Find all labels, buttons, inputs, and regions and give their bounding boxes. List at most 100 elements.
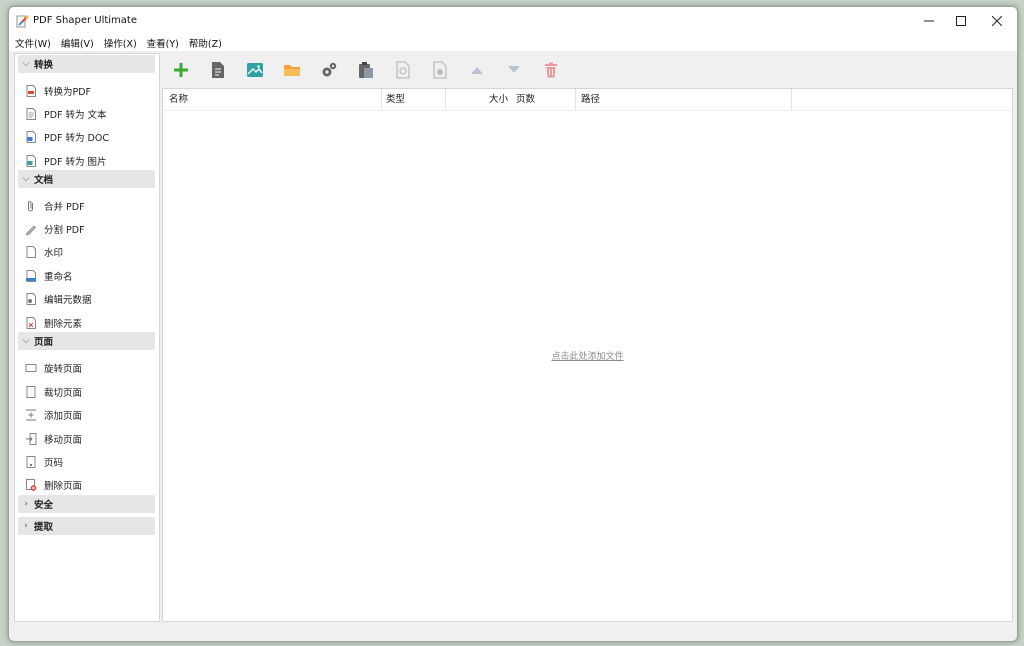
close-icon [992,16,1002,26]
sidebar-item-label: 添加页面 [44,411,83,422]
menu-view[interactable]: 查看(Y) [142,36,184,50]
menu-file[interactable]: 文件(W) [9,36,56,50]
add-image-button[interactable] [236,55,273,85]
group-header-pages[interactable]: ⌵ 页面 [18,332,155,350]
pen-split-icon [26,225,36,235]
sidebar-item-label: 分割 PDF [44,225,85,236]
group-header-security[interactable]: › 安全 [18,495,155,513]
sidebar-item-label: 裁切页面 [44,388,83,399]
minimize-icon [924,20,934,22]
group-header-extract[interactable]: › 提取 [18,517,155,535]
move-up-icon [470,67,483,74]
group-label: 提取 [34,522,54,533]
column-header-name[interactable]: 名称 [163,89,382,110]
move-up-button[interactable] [458,55,495,85]
delete-page-icon [26,479,37,491]
column-header-size[interactable]: 大小 [446,89,512,110]
sidebar-item-label: 页码 [44,458,64,469]
group-label: 安全 [34,500,54,511]
chevron-right-icon: › [24,521,28,531]
chevron-down-icon: ⌵ [22,174,30,184]
sidebar-item-delete-pages[interactable]: 删除页面 [15,474,159,496]
clipboard-icon [358,62,373,78]
group-label: 文档 [34,175,54,186]
image-icon [246,63,263,77]
sidebar-item-label: 编辑元数据 [44,295,92,306]
sidebar-item-label: PDF 转为 文本 [44,110,107,121]
sidebar-item-merge-pdf[interactable]: 合并 PDF [15,195,159,217]
paste-button[interactable] [347,55,384,85]
sidebar-item-label: 删除页面 [44,481,83,492]
sidebar-item-label: 删除元素 [44,319,83,330]
sidebar: ⌵ 转换 转换为PDF PDF 转为 文本 PDF 转为 DOC PDF 转为 … [14,53,160,622]
move-down-button[interactable] [495,55,532,85]
chevron-down-icon: ⌵ [22,336,30,346]
sidebar-item-pdf-to-text[interactable]: PDF 转为 文本 [15,103,159,125]
folder-icon [283,65,300,76]
menu-help[interactable]: 帮助(Z) [184,36,227,50]
sidebar-item-pdf-to-image[interactable]: PDF 转为 图片 [15,150,159,172]
remove-elements-icon [26,317,36,329]
window-title: PDF Shaper Ultimate [33,15,138,26]
word-doc-icon [26,131,36,143]
page-number-icon [26,456,36,468]
sidebar-item-rotate-pages[interactable]: 旋转页面 [15,357,159,379]
image-doc-icon [26,155,36,167]
preview-icon [395,61,410,79]
file-list-panel[interactable]: 名称 类型 大小 页数 路径 点击此处添加文件 [162,88,1013,622]
sidebar-item-pdf-to-doc[interactable]: PDF 转为 DOC [15,126,159,148]
text-doc-icon [26,108,36,120]
metadata-icon [26,293,36,305]
add-files-link[interactable]: 点击此处添加文件 [163,349,1012,362]
delete-button[interactable] [532,55,569,85]
sidebar-item-page-numbers[interactable]: 页码 [15,451,159,473]
sidebar-item-convert-to-pdf[interactable]: 转换为PDF [15,80,159,102]
sidebar-item-add-pages[interactable]: 添加页面 [15,404,159,426]
app-logo-icon [16,15,29,28]
pdf-icon [26,85,36,97]
sidebar-item-label: PDF 转为 DOC [44,133,109,144]
group-header-convert[interactable]: ⌵ 转换 [18,55,155,73]
column-header-type[interactable]: 类型 [382,89,446,110]
add-page-icon [26,409,36,421]
close-button[interactable] [975,7,1017,35]
sidebar-item-label: 转换为PDF [44,87,92,98]
paperclip-icon [28,201,33,212]
preview-button[interactable] [384,55,421,85]
app-window: PDF Shaper Ultimate 文件(W) 编辑(V) 操作(X) 查看… [8,6,1018,642]
move-down-icon [507,66,520,73]
chevron-right-icon: › [24,499,28,509]
sidebar-item-move-pages[interactable]: 移动页面 [15,428,159,450]
maximize-icon [956,16,966,26]
sidebar-item-remove-elements[interactable]: 删除元素 [15,312,159,334]
add-folder-button[interactable] [273,55,310,85]
toolbar [162,53,1012,87]
menu-bar: 文件(W) 编辑(V) 操作(X) 查看(Y) 帮助(Z) [9,35,1017,51]
sidebar-item-label: 合并 PDF [44,202,85,213]
group-header-document[interactable]: ⌵ 文档 [18,170,155,188]
sidebar-item-edit-metadata[interactable]: 编辑元数据 [15,288,159,310]
info-button[interactable] [421,55,458,85]
menu-edit[interactable]: 编辑(V) [56,36,99,50]
crop-page-icon [26,386,36,398]
group-label: 转换 [34,60,54,71]
settings-button[interactable] [310,55,347,85]
sidebar-item-label: 移动页面 [44,435,83,446]
sidebar-item-label: 重命名 [44,272,73,283]
add-files-button[interactable] [162,55,199,85]
column-header-path[interactable]: 路径 [576,89,792,110]
add-icon [173,63,188,77]
sidebar-item-crop-pages[interactable]: 裁切页面 [15,381,159,403]
sidebar-item-split-pdf[interactable]: 分割 PDF [15,218,159,240]
add-document-button[interactable] [199,55,236,85]
group-label: 页面 [34,337,54,348]
sidebar-item-label: 旋转页面 [44,364,83,375]
menu-action[interactable]: 操作(X) [99,36,142,50]
info-icon [432,61,447,79]
delete-icon [544,62,557,78]
column-header-pages[interactable]: 页数 [512,89,576,110]
sidebar-item-label: 水印 [44,248,64,259]
sidebar-item-watermark[interactable]: 水印 [15,241,159,263]
sidebar-item-rename[interactable]: 重命名 [15,265,159,287]
document-icon [211,62,224,78]
